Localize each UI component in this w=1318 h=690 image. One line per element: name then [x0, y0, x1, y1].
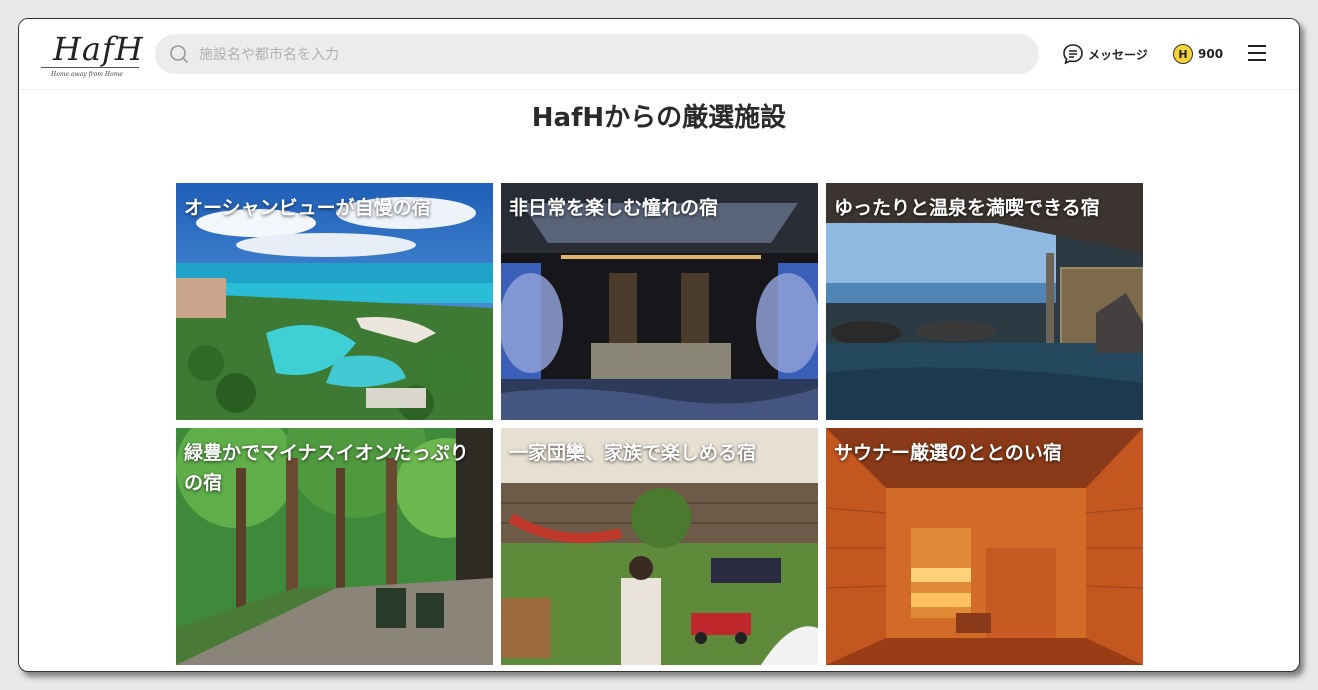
logo-tagline: Home away from Home	[51, 71, 123, 78]
card-label: サウナー厳選のととのい宿	[834, 442, 1062, 464]
card-label: 緑豊かでマイナスイオンたっぷりの宿	[184, 442, 469, 494]
facility-card-luxury[interactable]: 非日常を楽しむ憧れの宿	[501, 183, 818, 420]
facility-card-ocean-view[interactable]: オーシャンビューが自慢の宿	[176, 183, 493, 420]
messages-label: メッセージ	[1088, 47, 1148, 62]
facility-card-sauna[interactable]: サウナー厳選のととのい宿	[826, 428, 1143, 665]
hafh-coin-icon: H	[1173, 44, 1193, 64]
hafh-logo[interactable]: HafH Home away from Home	[41, 27, 144, 81]
menu-bar	[1248, 52, 1266, 54]
search-bar[interactable]	[155, 34, 1039, 76]
chat-bubble-icon	[1063, 44, 1083, 65]
page-title: HafHからの厳選施設	[531, 103, 787, 133]
facility-card-forest[interactable]: 緑豊かでマイナスイオンたっぷりの宿	[176, 428, 493, 665]
search-input[interactable]	[197, 34, 1021, 76]
card-label: 一家団欒、家族で楽しめる宿	[509, 442, 757, 464]
browser-window: HafH Home away from Home メッセージ H 900	[18, 18, 1300, 672]
points-display[interactable]: H 900	[1173, 42, 1223, 66]
facility-card-family[interactable]: 一家団欒、家族で楽しめる宿	[501, 428, 818, 665]
search-icon	[170, 45, 188, 63]
card-label: 非日常を楽しむ憧れの宿	[509, 197, 719, 219]
site-header: HafH Home away from Home メッセージ H 900	[19, 19, 1299, 90]
messages-button[interactable]: メッセージ	[1062, 42, 1148, 66]
points-value: 900	[1198, 47, 1224, 61]
card-label: オーシャンビューが自慢の宿	[184, 197, 431, 219]
facility-card-hot-spring[interactable]: ゆったりと温泉を満喫できる宿	[826, 183, 1143, 420]
hamburger-menu-icon[interactable]	[1248, 45, 1266, 61]
logo-underline	[41, 67, 139, 68]
logo-text: HafH	[53, 30, 144, 68]
menu-bar	[1248, 59, 1266, 61]
card-label: ゆったりと温泉を満喫できる宿	[834, 197, 1100, 219]
menu-bar	[1248, 45, 1266, 47]
